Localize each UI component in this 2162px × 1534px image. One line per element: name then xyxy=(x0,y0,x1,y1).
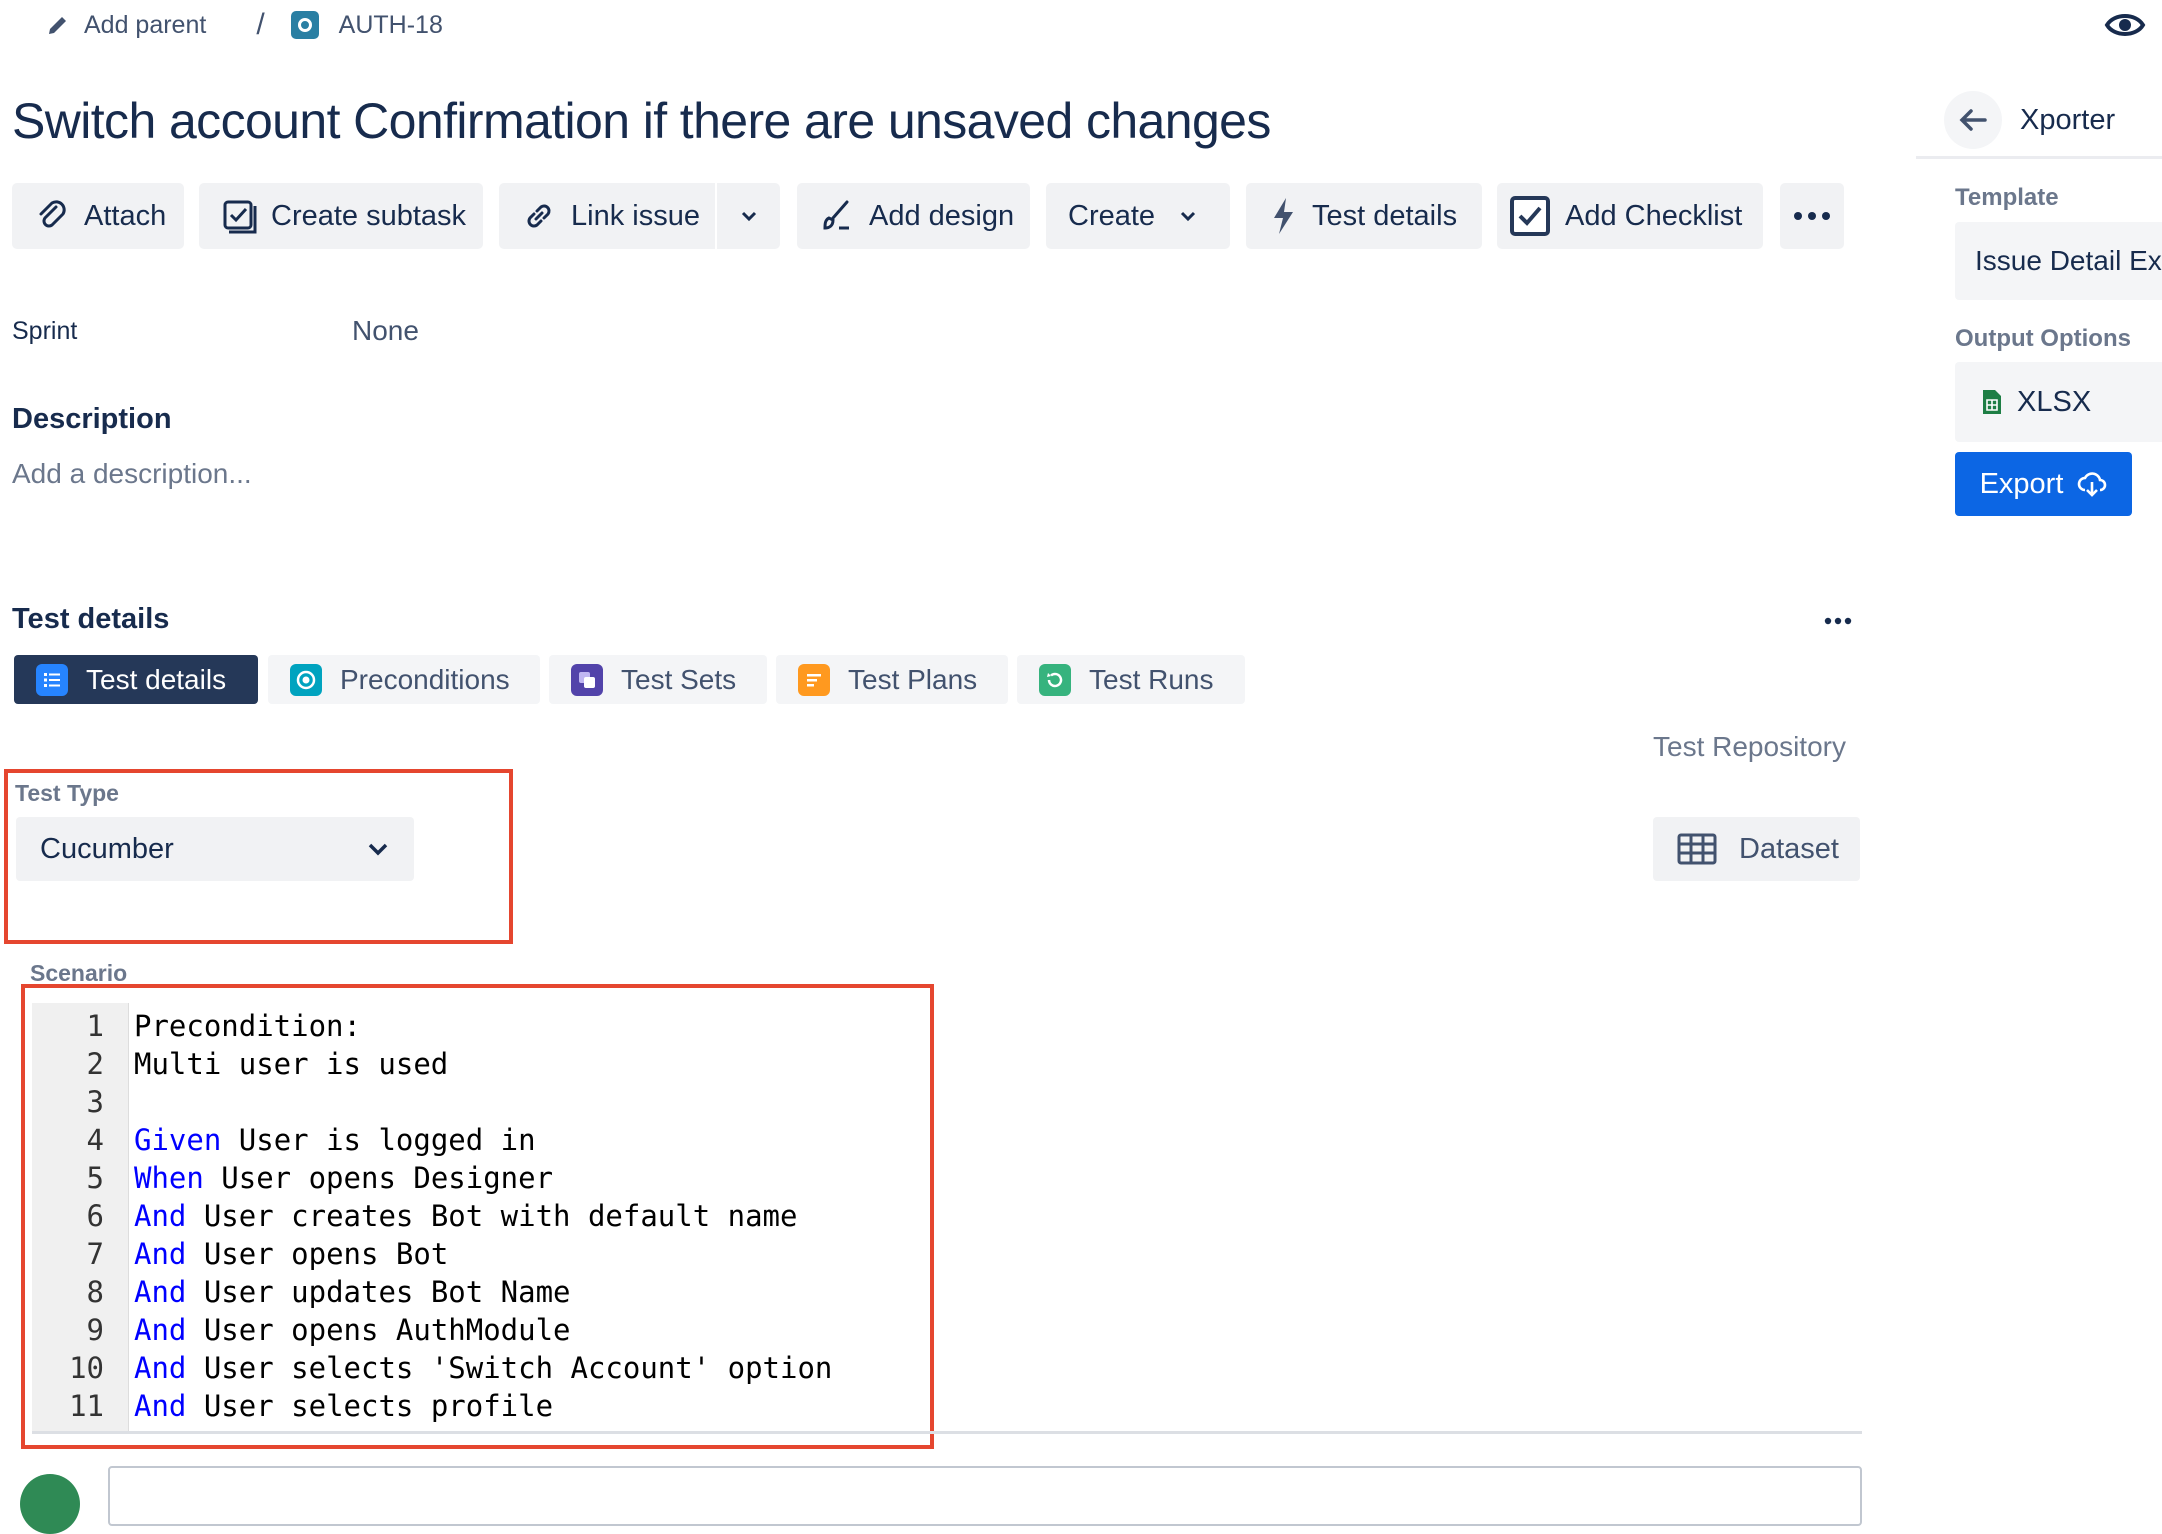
link-issue-dropdown-button[interactable] xyxy=(717,183,780,249)
tab-test-details[interactable]: Test details xyxy=(14,655,258,704)
create-subtask-button[interactable]: Create subtask xyxy=(199,183,483,249)
design-brush-icon xyxy=(819,198,855,234)
back-arrow-icon[interactable] xyxy=(1944,91,2002,149)
test-run-icon xyxy=(1039,663,1071,696)
chevron-down-icon xyxy=(1177,205,1199,227)
more-actions-button[interactable] xyxy=(1780,183,1844,249)
breadcrumb: Add parent / AUTH-18 xyxy=(46,8,443,42)
add-parent-link[interactable]: Add parent xyxy=(84,11,206,40)
tab-test-runs[interactable]: Test Runs xyxy=(1017,655,1245,704)
cloud-download-icon xyxy=(2077,470,2107,498)
chevron-down-icon xyxy=(738,205,760,227)
template-select[interactable]: Issue Detail Ex xyxy=(1955,222,2162,300)
checklist-icon xyxy=(1509,195,1551,237)
add-design-label: Add design xyxy=(869,199,1015,232)
template-value: Issue Detail Ex xyxy=(1975,245,2162,276)
chevron-down-icon xyxy=(364,835,392,863)
issue-key-link[interactable]: AUTH-18 xyxy=(339,11,443,40)
export-label: Export xyxy=(1979,467,2064,500)
add-checklist-button[interactable]: Add Checklist xyxy=(1497,183,1763,249)
tab-test-details-label: Test details xyxy=(86,663,227,695)
breadcrumb-separator: / xyxy=(256,8,265,41)
subtask-icon xyxy=(221,198,257,234)
tab-preconditions[interactable]: Preconditions xyxy=(268,655,540,704)
scenario-label: Scenario xyxy=(30,960,128,986)
create-subtask-label: Create subtask xyxy=(271,199,467,232)
xporter-title: Xporter xyxy=(2020,103,2116,136)
paperclip-icon xyxy=(34,198,70,234)
link-issue-label: Link issue xyxy=(571,199,700,232)
tab-test-plans[interactable]: Test Plans xyxy=(776,655,1008,704)
list-icon xyxy=(36,663,68,696)
precondition-icon xyxy=(290,663,322,696)
add-design-button[interactable]: Add design xyxy=(797,183,1030,249)
test-details-label: Test details xyxy=(1312,199,1458,232)
template-label: Template xyxy=(1955,184,2059,211)
divider xyxy=(32,1431,1862,1434)
sprint-value[interactable]: None xyxy=(352,315,419,347)
lightning-icon xyxy=(1268,196,1298,236)
test-type-value: Cucumber xyxy=(40,832,174,865)
create-button[interactable]: Create xyxy=(1046,183,1230,249)
watch-eye-icon[interactable] xyxy=(2104,6,2146,49)
issue-title[interactable]: Switch account Confirmation if there are… xyxy=(12,92,1271,150)
dataset-button[interactable]: Dataset xyxy=(1653,817,1860,881)
create-label: Create xyxy=(1068,199,1156,232)
test-details-button[interactable]: Test details xyxy=(1246,183,1482,249)
attach-button[interactable]: Attach xyxy=(12,183,184,249)
test-details-more-icon[interactable] xyxy=(1824,612,1852,630)
comment-input[interactable] xyxy=(108,1466,1862,1526)
comment-avatar xyxy=(20,1474,80,1534)
add-checklist-label: Add Checklist xyxy=(1565,199,1743,232)
sprint-label: Sprint xyxy=(12,317,78,345)
more-dots-icon xyxy=(1792,211,1832,221)
link-issue-button[interactable]: Link issue xyxy=(499,183,715,249)
output-options-label: Output Options xyxy=(1955,325,2131,352)
export-button[interactable]: Export xyxy=(1955,452,2132,516)
test-plan-icon xyxy=(798,663,830,696)
tab-test-sets-label: Test Sets xyxy=(621,663,737,695)
attach-label: Attach xyxy=(84,199,167,232)
test-type-label: Test Type xyxy=(15,780,119,806)
tab-test-runs-label: Test Runs xyxy=(1089,663,1214,695)
tab-test-plans-label: Test Plans xyxy=(848,663,978,695)
test-repository-link[interactable]: Test Repository xyxy=(1653,731,1846,763)
output-format-select[interactable]: XLSX xyxy=(1955,362,2162,442)
xporter-header: Xporter xyxy=(1916,84,2162,159)
test-details-heading: Test details xyxy=(12,603,170,635)
output-format-value: XLSX xyxy=(2017,385,2092,418)
test-issue-type-icon xyxy=(290,11,319,39)
link-icon xyxy=(521,198,557,234)
spreadsheet-file-icon xyxy=(1981,388,2003,416)
scenario-highlight xyxy=(21,984,934,1449)
tab-test-sets[interactable]: Test Sets xyxy=(549,655,767,704)
description-input[interactable]: Add a description... xyxy=(12,458,252,490)
test-type-select[interactable]: Cucumber xyxy=(16,817,414,881)
table-grid-icon xyxy=(1677,833,1717,865)
tab-preconditions-label: Preconditions xyxy=(340,663,510,695)
pencil-icon xyxy=(46,13,70,37)
test-set-icon xyxy=(571,663,603,696)
dataset-label: Dataset xyxy=(1739,832,1839,865)
description-heading: Description xyxy=(12,403,172,435)
